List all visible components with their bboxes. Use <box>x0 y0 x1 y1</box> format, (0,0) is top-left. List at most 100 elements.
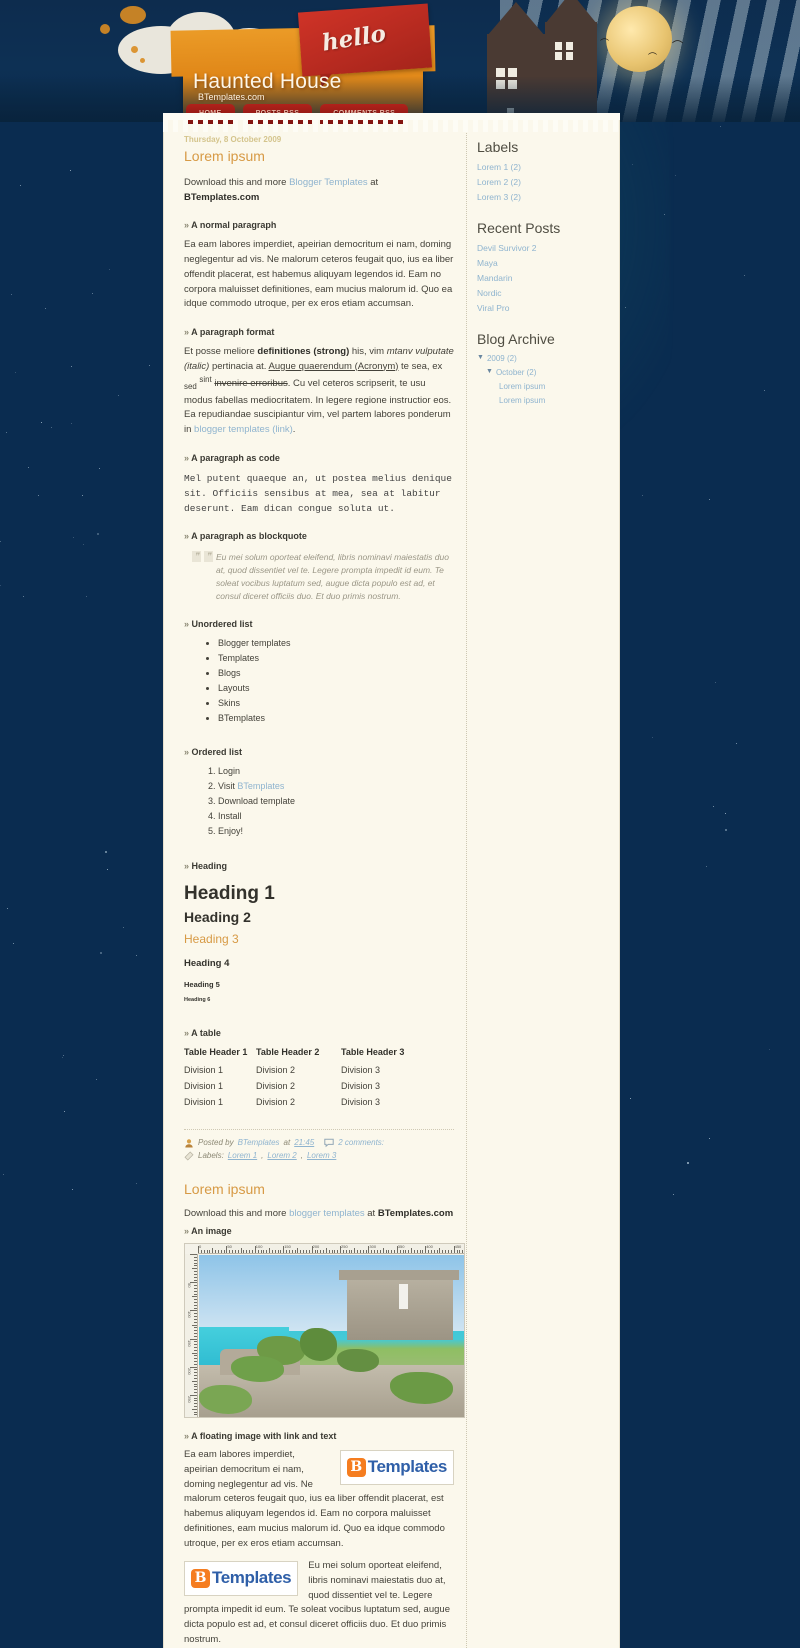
sidebar-label-item[interactable]: Lorem 2 (2) <box>477 177 607 187</box>
table-cell: Division 1 <box>184 1095 256 1111</box>
fmt-italic-lead: mtanv <box>387 346 413 357</box>
moon-icon <box>606 6 672 72</box>
section-normal-paragraph: A normal paragraph <box>184 219 454 233</box>
post-comments-link[interactable]: 2 comments: <box>338 1138 384 1147</box>
post-title[interactable]: Lorem ipsum <box>184 148 454 164</box>
btemplates-logo-link[interactable]: B Templates <box>184 1561 298 1595</box>
window-icon <box>555 42 562 50</box>
tulum-ruins-photo <box>199 1255 464 1417</box>
demo-heading-4: Heading 4 <box>184 957 454 972</box>
fmt-t3: pertinacia at. <box>209 361 268 372</box>
post-date: Thursday, 8 October 2009 <box>184 135 454 144</box>
window-icon <box>566 52 573 60</box>
table-header-row: Table Header 1 Table Header 2 Table Head… <box>184 1046 404 1063</box>
fmt-t2: his, vim <box>349 346 386 357</box>
post-intro: Download this and more Blogger Templates… <box>184 176 454 205</box>
section-paragraph-code: A paragraph as code <box>184 452 454 466</box>
demo-heading-1: Heading 1 <box>184 879 454 908</box>
post-footer: Posted by BTemplates at 21:45 2 comments… <box>184 1129 454 1161</box>
post-body: Download this and more blogger templates… <box>184 1207 454 1648</box>
post-label-link[interactable]: Lorem 1 <box>228 1151 257 1160</box>
post-title[interactable]: Lorem ipsum <box>184 1181 454 1197</box>
main-column: Thursday, 8 October 2009 Lorem ipsum Dow… <box>164 119 466 1648</box>
blogger-templates-link[interactable]: blogger templates <box>289 1208 365 1219</box>
fmt-t6: . <box>293 424 296 435</box>
btemplates-strong: BTemplates.com <box>184 192 259 203</box>
archive-month-link[interactable]: October (2) <box>496 368 536 377</box>
fmt-subscript: sed <box>184 382 197 391</box>
post-label-link[interactable]: Lorem 3 <box>307 1151 336 1160</box>
list-item: Blogs <box>218 667 454 681</box>
fmt-t1: Et posse meliore <box>184 346 257 357</box>
intro-middle: at <box>365 1208 378 1219</box>
list-item: Templates <box>218 652 454 666</box>
list-item: Download template <box>218 795 454 809</box>
paragraph-format-text: Et posse meliore definitiones (strong) h… <box>184 345 454 438</box>
horizontal-ruler: 050100150200250300350400450 <box>198 1244 464 1254</box>
hello-text: hello <box>320 20 388 57</box>
zigzag-strip-teeth <box>163 120 620 132</box>
fmt-superscript: sint <box>199 375 211 384</box>
post-image-with-rulers: 050100150200250300350400450 501001502002… <box>184 1243 465 1418</box>
recent-post-item[interactable]: Maya <box>477 258 607 268</box>
section-paragraph-format: A paragraph format <box>184 326 454 340</box>
page-title: Haunted House <box>193 70 342 94</box>
archive-month-row[interactable]: ▼ October (2) <box>486 368 607 377</box>
recent-post-item[interactable]: Devil Survivor 2 <box>477 243 607 253</box>
list-item: Skins <box>218 697 454 711</box>
section-unordered-list: Unordered list <box>184 618 454 632</box>
chevron-down-icon[interactable]: ▼ <box>486 368 493 377</box>
section-floating-image: A floating image with link and text <box>184 1430 454 1444</box>
recent-post-item[interactable]: Nordic <box>477 288 607 298</box>
code-block: Mel putent quaeque an, ut postea melius … <box>184 471 454 517</box>
list-item: Enjoy! <box>218 825 454 839</box>
hello-banner: hello <box>298 4 432 77</box>
archive-post-row[interactable]: Lorem ipsum <box>499 382 607 391</box>
post-label-link[interactable]: Lorem 2 <box>267 1151 296 1160</box>
intro-prefix: Download this and more <box>184 1208 289 1219</box>
archive-post-row[interactable]: Lorem ipsum <box>499 396 607 405</box>
section-blockquote: A paragraph as blockquote <box>184 530 454 544</box>
section-heading: Heading <box>184 860 454 874</box>
chevron-down-icon[interactable]: ▼ <box>477 354 484 363</box>
table-cell: Division 3 <box>341 1095 404 1111</box>
archive-year-row[interactable]: ▼ 2009 (2) <box>477 354 607 363</box>
recent-post-item[interactable]: Mandarin <box>477 273 607 283</box>
recent-post-item[interactable]: Viral Pro <box>477 303 607 313</box>
btemplates-list-link[interactable]: BTemplates <box>237 781 284 791</box>
paint-splat <box>100 24 110 34</box>
fmt-strong: definitiones (strong) <box>257 346 349 357</box>
sidebar-section-recent-posts: Recent Posts Devil Survivor 2 Maya Manda… <box>477 220 607 313</box>
blogger-templates-inline-link[interactable]: blogger templates (link) <box>194 424 293 435</box>
paint-splat <box>120 6 146 24</box>
post-time-link[interactable]: 21:45 <box>294 1138 314 1147</box>
archive-year-link[interactable]: 2009 (2) <box>487 354 517 363</box>
site-description: BTemplates.com <box>198 92 265 102</box>
window-icon <box>555 52 562 60</box>
fmt-strikethrough: invenire erroribus <box>214 379 287 390</box>
blogger-templates-link[interactable]: Blogger Templates <box>289 177 368 188</box>
demo-heading-2: Heading 2 <box>184 907 454 929</box>
quote-mark-icon: ❞ <box>204 551 213 562</box>
table-header: Table Header 2 <box>256 1046 341 1063</box>
photo-vegetation <box>231 1356 284 1382</box>
archive-post-link[interactable]: Lorem ipsum <box>499 396 545 405</box>
intro-prefix: Download this and more <box>184 177 289 188</box>
post-author-link[interactable]: BTemplates <box>238 1138 280 1147</box>
archive-post-link[interactable]: Lorem ipsum <box>499 382 545 391</box>
fmt-t4: te sea, ex <box>398 361 442 372</box>
bat-icon: ︵ <box>600 30 609 43</box>
photo-ruin-window <box>399 1284 408 1308</box>
btemplates-b-icon: B <box>191 1569 210 1588</box>
zigzag-strip-solid <box>163 113 620 120</box>
list-item: Login <box>218 765 454 779</box>
sidebar-label-item[interactable]: Lorem 1 (2) <box>477 162 607 172</box>
at-label: at <box>284 1138 291 1147</box>
list-item: Visit BTemplates <box>218 780 454 794</box>
label-sep: , <box>261 1151 263 1160</box>
label-sep: , <box>301 1151 303 1160</box>
btemplates-logo-link[interactable]: B Templates <box>340 1450 454 1484</box>
paint-splat <box>131 46 138 53</box>
sidebar-label-item[interactable]: Lorem 3 (2) <box>477 192 607 202</box>
list-item: Install <box>218 810 454 824</box>
